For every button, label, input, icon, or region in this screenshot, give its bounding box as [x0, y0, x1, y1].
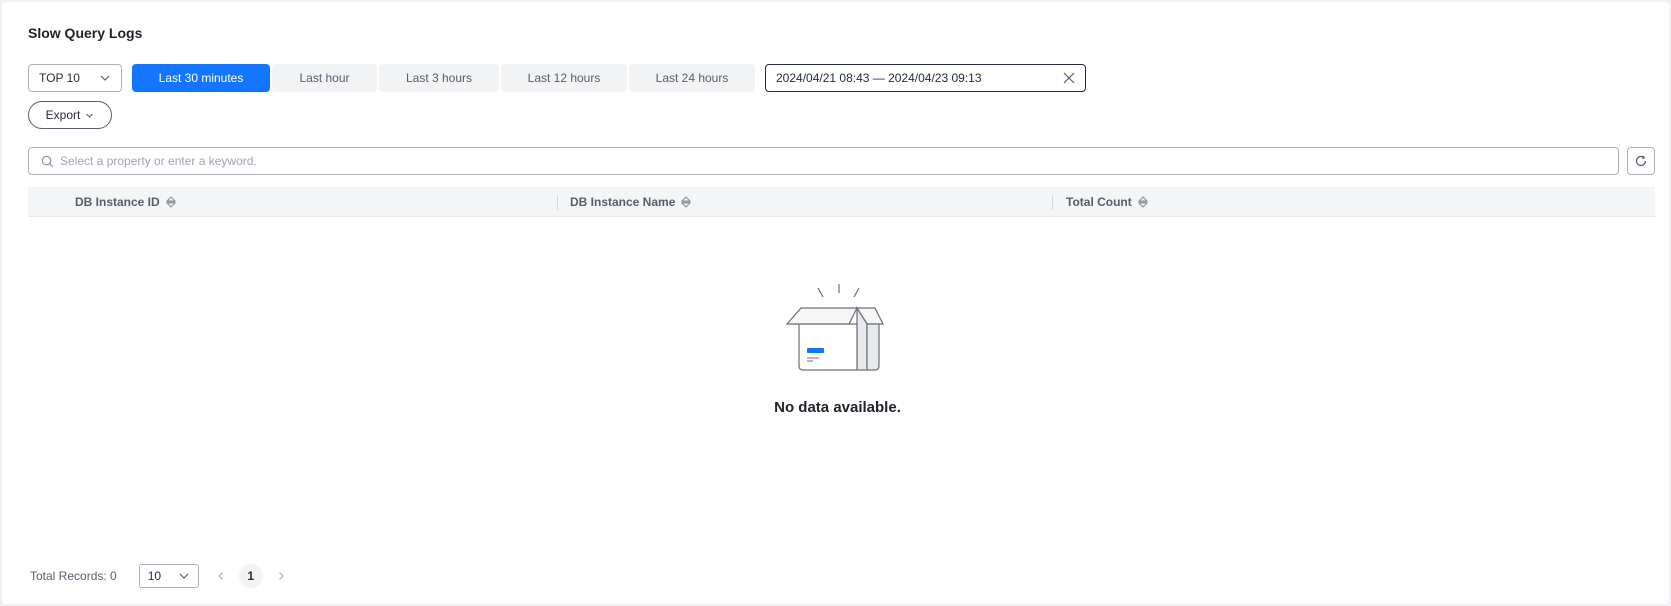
page-title: Slow Query Logs — [28, 25, 143, 41]
refresh-icon — [1635, 155, 1647, 167]
sort-icon[interactable] — [680, 195, 692, 209]
page-size-value: 10 — [147, 569, 162, 583]
refresh-button[interactable] — [1627, 147, 1655, 175]
export-label: Export — [45, 108, 81, 122]
empty-state: No data available. — [2, 282, 1671, 416]
chevron-down-icon — [100, 75, 110, 81]
range-last-hour[interactable]: Last hour — [272, 64, 377, 92]
range-last-12-hours[interactable]: Last 12 hours — [501, 64, 627, 92]
search-bar[interactable] — [28, 147, 1619, 175]
pagination: Total Records: 0 10 1 — [30, 564, 293, 588]
close-icon[interactable] — [1063, 72, 1075, 84]
empty-message: No data available. — [774, 399, 901, 416]
range-last-30-minutes[interactable]: Last 30 minutes — [132, 64, 270, 92]
sort-icon[interactable] — [1137, 195, 1149, 209]
top-n-select[interactable]: TOP 10 — [28, 64, 122, 92]
column-label: Total Count — [1066, 195, 1132, 209]
next-page-button[interactable] — [269, 564, 293, 588]
chevron-right-icon — [278, 572, 284, 580]
search-icon — [41, 155, 54, 167]
sort-icon[interactable] — [165, 195, 177, 209]
total-records: Total Records: 0 — [30, 569, 117, 583]
time-toolbar: TOP 10 Last 30 minutes Last hour Last 3 … — [28, 64, 1086, 92]
column-label: DB Instance ID — [75, 195, 160, 209]
slow-query-panel: Slow Query Logs TOP 10 Last 30 minutes L… — [2, 2, 1669, 604]
column-header-db-instance-id[interactable]: DB Instance ID — [75, 187, 177, 217]
range-last-24-hours[interactable]: Last 24 hours — [629, 64, 755, 92]
column-label: DB Instance Name — [570, 195, 676, 209]
date-range-value: 2024/04/21 08:43 — 2024/04/23 09:13 — [776, 71, 982, 85]
column-header-total-count[interactable]: Total Count — [1066, 187, 1149, 217]
search-input[interactable] — [60, 154, 1618, 168]
page-number[interactable]: 1 — [238, 564, 263, 588]
column-divider — [1052, 195, 1053, 210]
chevron-down-icon — [179, 573, 189, 579]
export-button[interactable]: Export — [28, 101, 112, 129]
column-divider — [557, 195, 558, 210]
top-n-value: TOP 10 — [39, 71, 80, 85]
prev-page-button[interactable] — [209, 564, 233, 588]
chevron-left-icon — [217, 572, 223, 580]
column-header-db-instance-name[interactable]: DB Instance Name — [570, 187, 692, 217]
page-size-select[interactable]: 10 — [138, 564, 199, 588]
table-header: DB Instance ID DB Instance Name Total Co… — [28, 187, 1655, 217]
empty-box-icon — [785, 284, 884, 371]
chevron-down-icon — [86, 113, 94, 118]
range-last-3-hours[interactable]: Last 3 hours — [379, 64, 499, 92]
date-range-picker[interactable]: 2024/04/21 08:43 — 2024/04/23 09:13 — [765, 64, 1086, 92]
